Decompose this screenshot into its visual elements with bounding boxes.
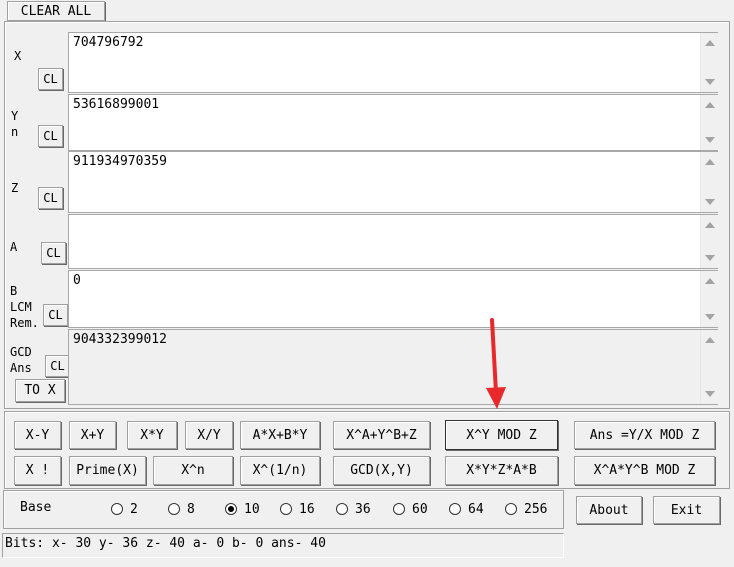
scroll-down-icon[interactable] — [705, 137, 715, 143]
base-label: Base — [20, 500, 52, 515]
scroll-up-icon[interactable] — [705, 222, 715, 228]
xy-mod-z-button[interactable]: X^Y MOD Z — [445, 420, 558, 450]
scroll-down-icon[interactable] — [705, 314, 715, 320]
x-plus-y-button[interactable]: X+Y — [69, 421, 116, 449]
x-scrollbar[interactable] — [700, 33, 718, 92]
x-pow-n-button[interactable]: X^n — [153, 456, 233, 485]
radio-icon[interactable] — [393, 503, 405, 515]
scroll-up-icon[interactable] — [705, 159, 715, 165]
base-option-label: 8 — [187, 501, 195, 517]
clear-all-button[interactable]: CLEAR ALL — [7, 1, 105, 21]
base-option-label: 60 — [412, 501, 428, 517]
b-label: B LCM Rem. — [10, 284, 39, 330]
base-option-label: 36 — [355, 501, 371, 517]
scroll-down-icon[interactable] — [705, 79, 715, 85]
y-scrollbar[interactable] — [700, 95, 718, 150]
scroll-up-icon[interactable] — [705, 278, 715, 284]
status-bar: Bits: x- 30 y- 36 z- 40 a- 0 b- 0 ans- 4… — [2, 533, 564, 558]
base-option-label: 10 — [244, 501, 260, 517]
x-field[interactable]: 704796792 — [68, 32, 718, 93]
x-div-y-button[interactable]: X/Y — [185, 421, 233, 449]
b-value: 0 — [73, 273, 81, 288]
z-clear-button[interactable]: CL — [38, 187, 63, 209]
ans-field[interactable]: 904332399012 — [68, 329, 718, 405]
radio-icon[interactable] — [168, 503, 180, 515]
factorial-button[interactable]: X ! — [14, 456, 61, 485]
prime-x-button[interactable]: Prime(X) — [69, 456, 146, 485]
about-button[interactable]: About — [576, 496, 642, 524]
a-clear-button[interactable]: CL — [41, 242, 66, 264]
axby-button[interactable]: A*X+B*Y — [240, 421, 320, 449]
xyzab-button[interactable]: X*Y*Z*A*B — [445, 456, 558, 485]
scroll-up-icon[interactable] — [705, 337, 715, 343]
z-label: Z — [11, 181, 19, 195]
a-field[interactable] — [68, 214, 718, 269]
radio-icon[interactable] — [111, 503, 123, 515]
x-value: 704796792 — [73, 35, 144, 50]
scroll-up-icon[interactable] — [705, 102, 715, 108]
b-scrollbar[interactable] — [700, 271, 718, 327]
y-clear-button[interactable]: CL — [38, 125, 63, 147]
y-value: 53616899001 — [73, 97, 160, 112]
z-scrollbar[interactable] — [700, 152, 718, 212]
a-scrollbar[interactable] — [700, 215, 718, 268]
ans-value: 904332399012 — [73, 332, 167, 347]
ans-label: GCD Ans — [10, 345, 32, 375]
scroll-down-icon[interactable] — [705, 199, 715, 205]
ans-clear-button[interactable]: CL — [45, 355, 70, 377]
xa-yb-z-button[interactable]: X^A+Y^B+Z — [333, 421, 430, 449]
a-label: A — [10, 240, 18, 254]
x-times-y-button[interactable]: X*Y — [127, 421, 177, 449]
base-radio-60[interactable]: 60 — [393, 501, 428, 517]
base-option-label: 2 — [130, 501, 138, 517]
base-radio-8[interactable]: 8 — [168, 501, 195, 517]
base-option-label: 16 — [299, 501, 315, 517]
base-radio-10[interactable]: 10 — [225, 501, 260, 517]
x-minus-y-button[interactable]: X-Y — [14, 421, 61, 449]
base-radio-256[interactable]: 256 — [505, 501, 547, 517]
x-label: X — [14, 49, 22, 63]
x-root-n-button[interactable]: X^(1/n) — [240, 456, 320, 485]
x-clear-button[interactable]: CL — [38, 68, 63, 90]
z-value: 911934970359 — [73, 154, 167, 169]
base-radio-2[interactable]: 2 — [111, 501, 138, 517]
scroll-up-icon[interactable] — [705, 40, 715, 46]
gcd-xy-button[interactable]: GCD(X,Y) — [333, 456, 430, 485]
y-label: Y n — [11, 109, 19, 139]
scroll-down-icon[interactable] — [705, 391, 715, 397]
radio-icon[interactable] — [280, 503, 292, 515]
base-radio-16[interactable]: 16 — [280, 501, 315, 517]
xa-yb-mod-z-button[interactable]: X^A*Y^B MOD Z — [574, 456, 715, 485]
to-x-button[interactable]: TO X — [15, 379, 65, 402]
z-field[interactable]: 911934970359 — [68, 151, 718, 213]
annotation-arrow-icon — [486, 318, 506, 409]
exit-button[interactable]: Exit — [653, 496, 720, 524]
base-option-label: 256 — [524, 501, 548, 517]
ans-yx-mod-z-button[interactable]: Ans =Y/X MOD Z — [574, 421, 715, 449]
radio-selected-icon[interactable] — [225, 503, 237, 515]
base-radio-36[interactable]: 36 — [336, 501, 371, 517]
radio-icon[interactable] — [449, 503, 461, 515]
radio-icon[interactable] — [505, 503, 517, 515]
base-radio-64[interactable]: 64 — [449, 501, 484, 517]
ans-scrollbar[interactable] — [700, 330, 718, 404]
base-option-label: 64 — [468, 501, 484, 517]
b-field[interactable]: 0 — [68, 270, 718, 328]
scroll-down-icon[interactable] — [705, 255, 715, 261]
b-clear-button[interactable]: CL — [43, 304, 68, 326]
radio-icon[interactable] — [336, 503, 348, 515]
y-field[interactable]: 53616899001 — [68, 94, 718, 151]
